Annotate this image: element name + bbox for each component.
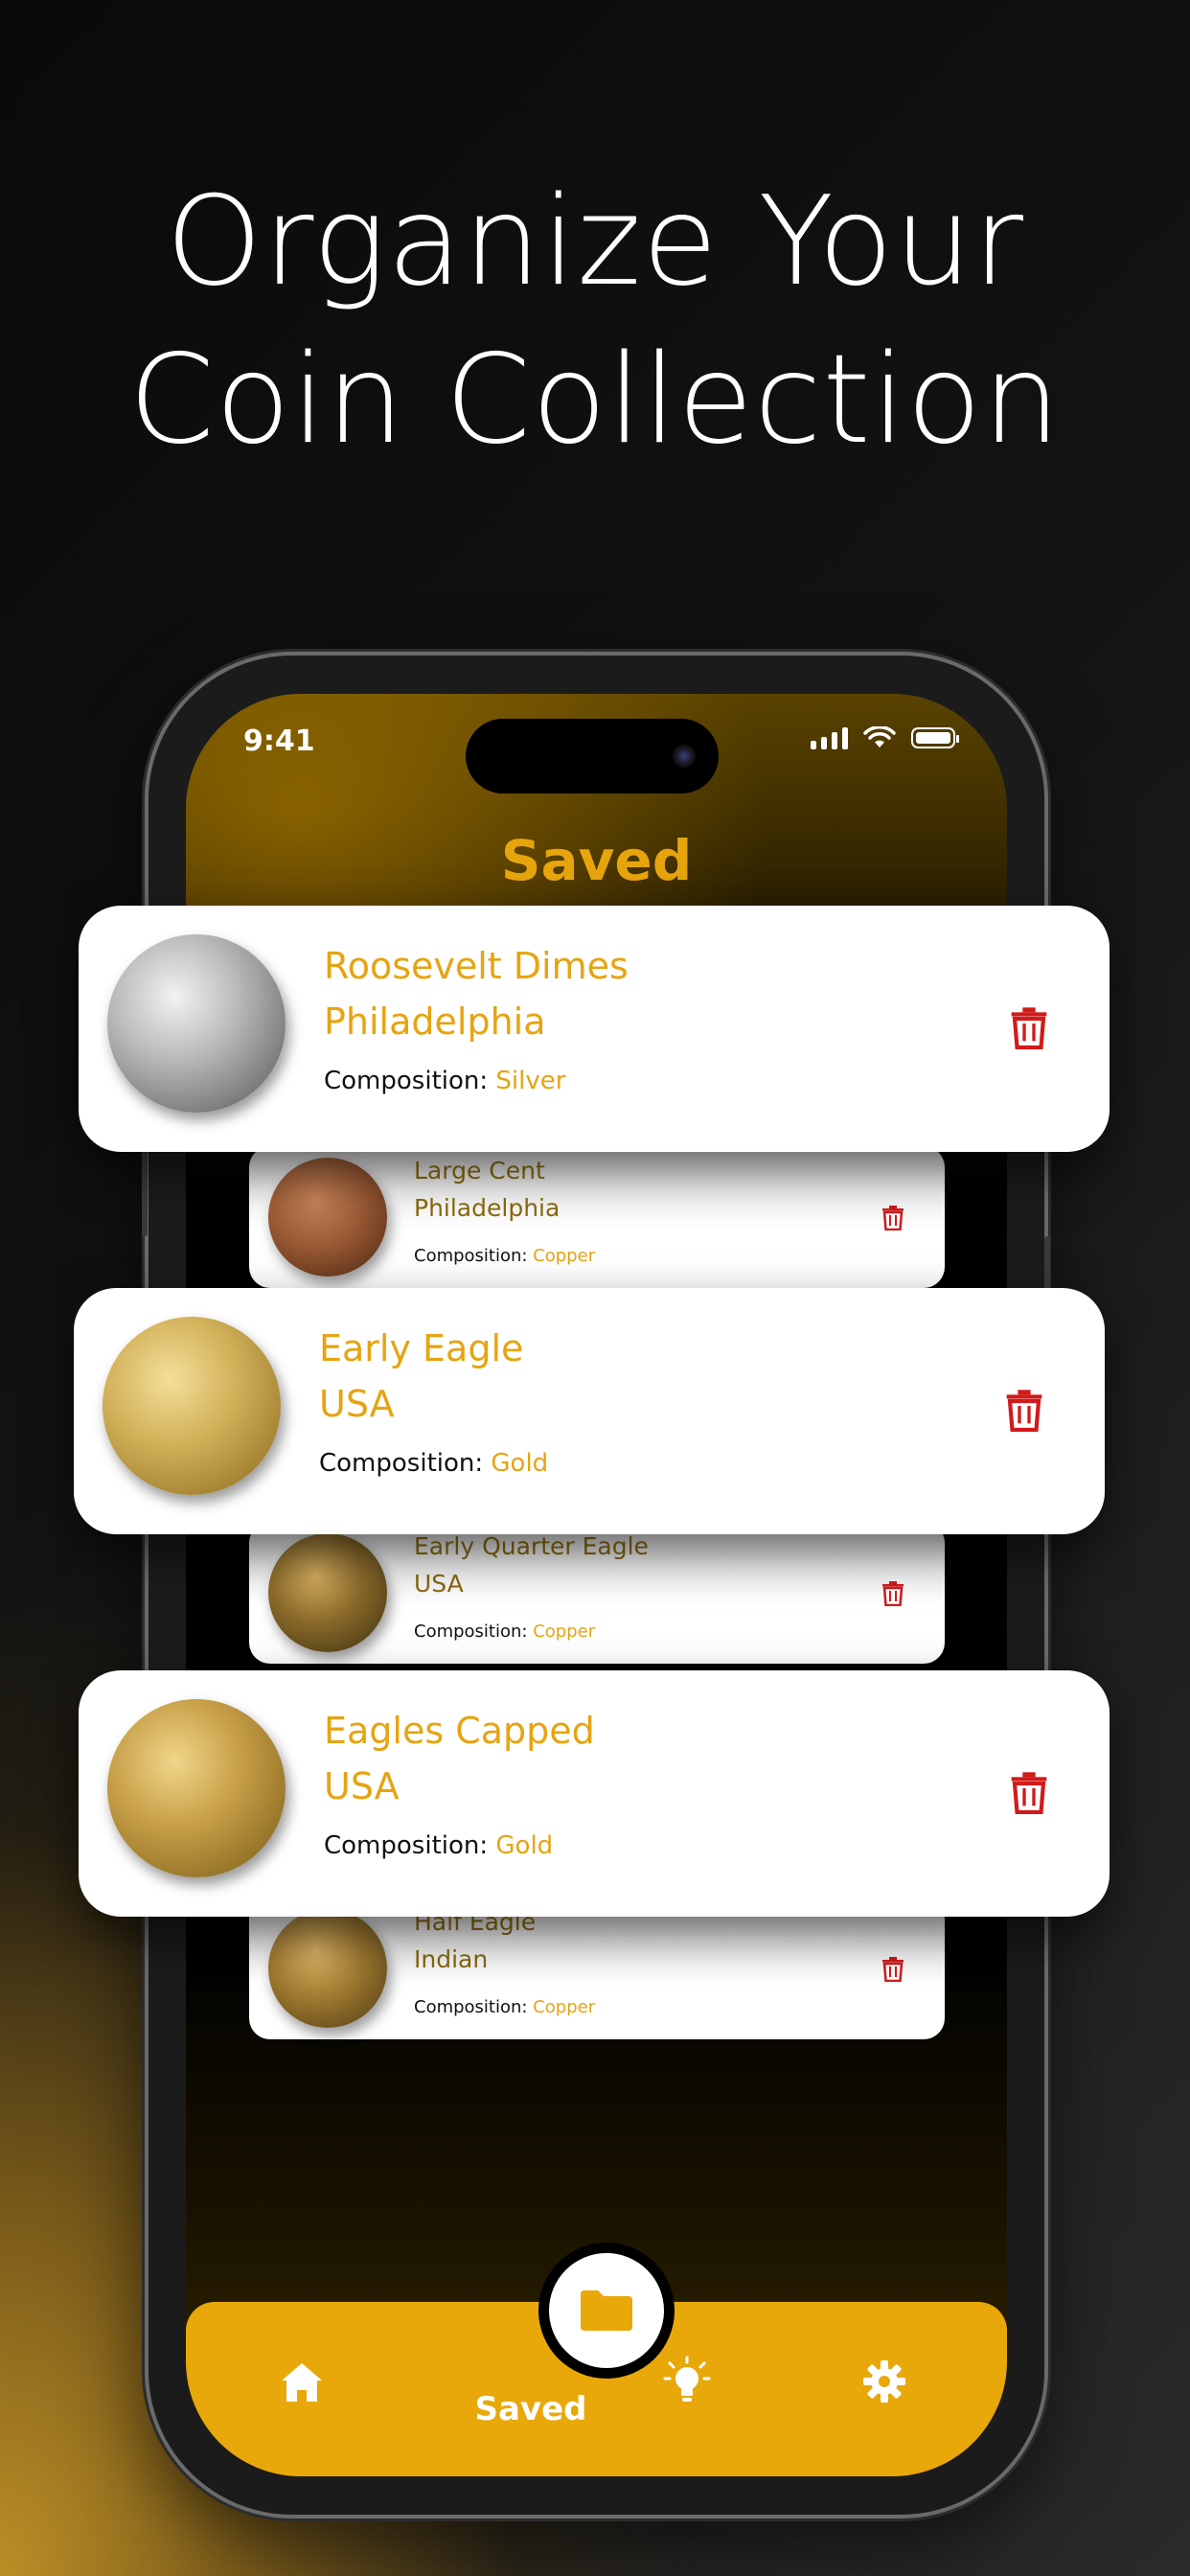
coin-origin: Philadelphia	[414, 1194, 561, 1222]
coin-origin: USA	[324, 1765, 400, 1807]
coin-name: Roosevelt Dimes	[324, 945, 629, 987]
coin-image	[107, 934, 286, 1113]
status-icons	[811, 726, 959, 749]
coin-card-eagles-capped[interactable]: Eagles Capped USA Composition: Gold	[79, 1670, 1110, 1917]
delete-icon[interactable]	[1010, 1772, 1048, 1814]
coin-card-early-quarter-eagle[interactable]: Early Quarter Eagle USA Composition: Cop…	[249, 1522, 945, 1664]
nav-label-saved[interactable]: Saved	[435, 2390, 627, 2428]
coin-card-large-cent[interactable]: Large Cent Philadelphia Composition: Cop…	[249, 1146, 945, 1288]
delete-icon[interactable]	[1010, 1007, 1048, 1049]
delete-icon[interactable]	[881, 1581, 904, 1606]
gear-icon[interactable]	[862, 2359, 906, 2404]
coin-image	[103, 1317, 281, 1495]
coin-composition: Composition: Copper	[414, 1997, 596, 2017]
coin-image	[268, 1533, 387, 1652]
coin-composition: Composition: Gold	[319, 1449, 549, 1478]
signal-icon	[811, 726, 848, 749]
delete-icon[interactable]	[881, 1957, 904, 1982]
coin-origin: Philadelphia	[324, 1000, 546, 1043]
camera-icon	[673, 745, 696, 768]
page-title: Saved	[500, 828, 693, 893]
wifi-icon	[863, 726, 896, 748]
saved-nav-button[interactable]	[538, 2242, 675, 2379]
coin-name: Large Cent	[414, 1157, 545, 1184]
coin-card-half-eagle[interactable]: Half Eagle Indian Composition: Copper	[249, 1898, 945, 2039]
status-time: 9:41	[243, 724, 315, 758]
coin-image	[268, 1158, 387, 1276]
folder-icon	[581, 2290, 632, 2331]
headline-line-1: Organize Your	[166, 171, 1024, 313]
home-icon[interactable]	[280, 2361, 324, 2404]
lightbulb-icon[interactable]	[663, 2356, 711, 2407]
dynamic-island	[466, 719, 719, 794]
coin-composition: Composition: Gold	[324, 1831, 554, 1860]
delete-icon[interactable]	[1005, 1390, 1043, 1432]
coin-image	[268, 1909, 387, 2028]
coin-name: Early Eagle	[319, 1327, 524, 1369]
coin-origin: USA	[414, 1570, 464, 1598]
coin-name: Eagles Capped	[324, 1710, 595, 1752]
coin-composition: Composition: Copper	[414, 1622, 596, 1642]
headline-line-2: Coin Collection	[128, 329, 1062, 472]
coin-image	[107, 1699, 286, 1877]
coin-origin: USA	[319, 1383, 395, 1425]
coin-composition: Composition: Copper	[414, 1246, 596, 1266]
coin-card-early-eagle[interactable]: Early Eagle USA Composition: Gold	[74, 1288, 1105, 1534]
delete-icon[interactable]	[881, 1206, 904, 1230]
headline: Organize Your Coin Collection	[0, 163, 1190, 479]
coin-origin: Indian	[414, 1945, 489, 1973]
coin-composition: Composition: Silver	[324, 1067, 566, 1095]
battery-icon	[911, 727, 959, 748]
coin-card-roosevelt-dimes[interactable]: Roosevelt Dimes Philadelphia Composition…	[79, 906, 1110, 1152]
